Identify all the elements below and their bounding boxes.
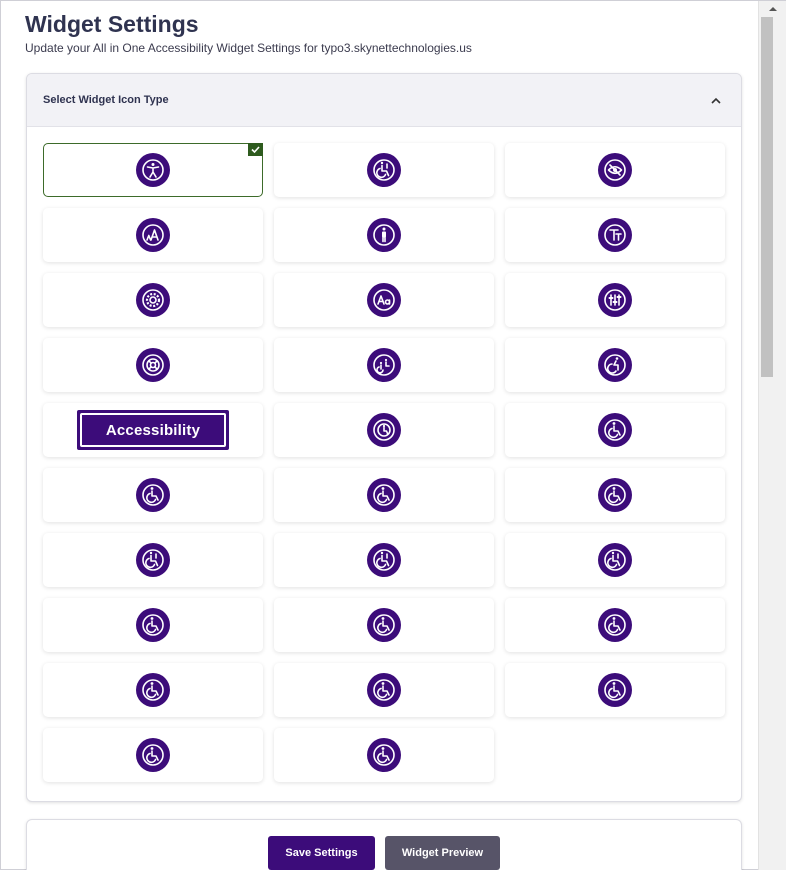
wheelchair-info-icon [367,153,401,187]
icon-option-card[interactable] [274,143,494,197]
wheelchair-icon [598,478,632,512]
page-subtitle: Update your All in One Accessibility Wid… [25,41,472,55]
icon-option-card[interactable] [505,338,725,392]
chevron-up-icon[interactable] [709,93,723,107]
icon-option-card[interactable] [43,728,263,782]
icon-option-card[interactable] [43,533,263,587]
wheelchair-icon [598,413,632,447]
icon-option-card[interactable] [274,468,494,522]
text-size-icon [136,218,170,252]
wheelchair-icon [136,608,170,642]
panel-header[interactable]: Select Widget Icon Type [27,74,741,127]
save-settings-button[interactable]: Save Settings [268,836,375,870]
accessibility-person-icon [136,153,170,187]
text-resize-icon [598,218,632,252]
icon-option-card[interactable] [274,273,494,327]
selected-check-icon [248,143,263,156]
wheelchair-info-icon [598,543,632,577]
wheelchair-icon [367,478,401,512]
icon-option-card[interactable] [505,533,725,587]
icon-option-card[interactable] [274,533,494,587]
wheelchair-info-icon [367,543,401,577]
icon-option-card[interactable] [274,598,494,652]
icon-type-panel: Select Widget Icon Type Accessibility [26,73,742,802]
icon-option-card[interactable] [505,143,725,197]
icon-option-card[interactable] [505,273,725,327]
icon-option-card[interactable] [274,663,494,717]
panel-title: Select Widget Icon Type [43,94,169,106]
icon-option-card[interactable] [274,728,494,782]
footer-actions: Save Settings Widget Preview [26,819,742,870]
icon-option-card[interactable] [505,663,725,717]
person-standing-icon [367,218,401,252]
wheelchair-icon [598,608,632,642]
icon-option-card[interactable] [43,338,263,392]
wheelchair-icon [136,673,170,707]
icon-option-card[interactable] [43,208,263,262]
page-title: Widget Settings [25,11,199,37]
font-aa-icon [367,283,401,317]
eye-slash-icon [598,153,632,187]
wheelchair-icon [136,478,170,512]
icon-option-card[interactable] [43,663,263,717]
icon-option-card[interactable] [274,338,494,392]
accessibility-text-badge: Accessibility [77,410,229,450]
sliders-icon [598,283,632,317]
wheelchair-ring-icon [367,413,401,447]
icon-option-card[interactable] [274,208,494,262]
icon-option-card[interactable] [43,468,263,522]
wheelchair-active-icon [598,348,632,382]
wheelchair-icon [367,608,401,642]
accessibility-badge-label: Accessibility [80,413,226,447]
icon-option-card[interactable] [505,403,725,457]
icon-option-card[interactable] [505,208,725,262]
gear-icon [136,283,170,317]
lifebuoy-icon [136,348,170,382]
wheelchair-icon [367,673,401,707]
vertical-scrollbar[interactable] [758,1,786,870]
icon-option-card[interactable] [274,403,494,457]
wheelchair-group-icon [367,348,401,382]
icon-option-card[interactable] [505,468,725,522]
icon-option-card[interactable]: Accessibility [43,403,263,457]
wheelchair-icon [367,738,401,772]
wheelchair-info-icon [136,543,170,577]
widget-settings-page: Widget Settings Update your All in One A… [1,1,758,870]
wheelchair-icon [136,738,170,772]
icon-option-card[interactable] [43,273,263,327]
icon-option-card[interactable] [505,598,725,652]
scroll-up-arrow[interactable] [759,1,786,17]
icon-option-card[interactable] [43,143,263,197]
widget-preview-button[interactable]: Widget Preview [385,836,500,870]
wheelchair-icon [598,673,632,707]
icon-option-card[interactable] [43,598,263,652]
scrollbar-thumb[interactable] [761,17,773,377]
icon-grid: Accessibility [43,143,725,782]
